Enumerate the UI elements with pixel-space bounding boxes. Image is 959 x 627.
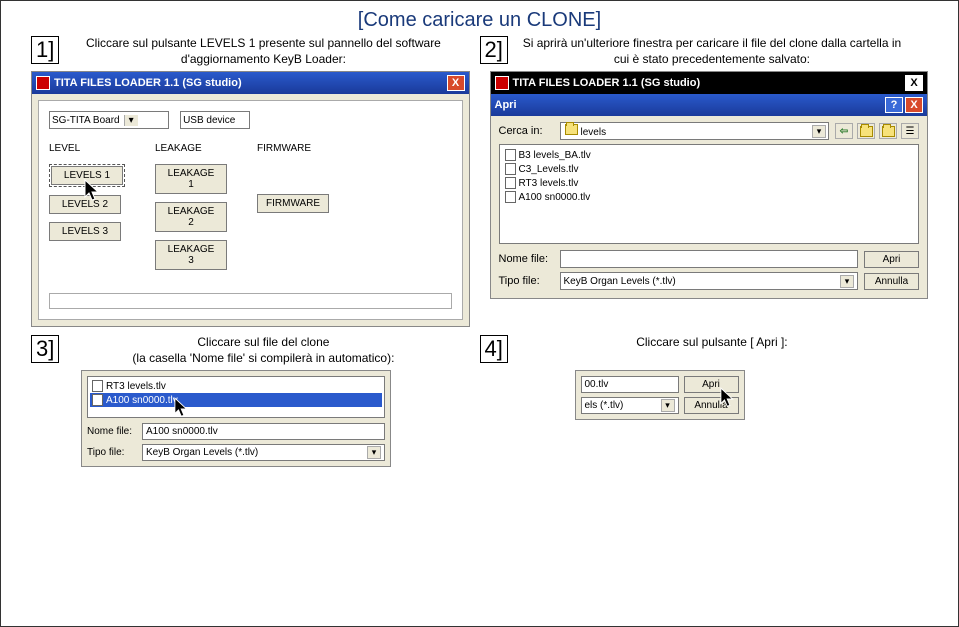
file-name-value: A100 sn0000.tlv <box>146 426 218 437</box>
file-type-label: Tipo file: <box>87 447 137 458</box>
file-name-input[interactable]: A100 sn0000.tlv <box>142 423 385 440</box>
device-select[interactable]: USB device <box>180 111 250 129</box>
cancel-button[interactable]: Annulla <box>864 273 919 290</box>
step-1-text: Cliccare sul pulsante LEVELS 1 presente … <box>67 36 479 67</box>
leakage-3-button[interactable]: LEAKAGE 3 <box>155 240 227 270</box>
file-icon <box>505 149 516 161</box>
partial-text: 00.tlv <box>585 379 609 390</box>
file-item[interactable]: A100 sn0000.tlv <box>503 190 916 204</box>
file-type-value: KeyB Organ Levels (*.tlv) <box>146 447 258 458</box>
folder-select[interactable]: levels ▾ <box>560 122 830 140</box>
levels-1-button[interactable]: LEVELS 1 <box>51 166 123 185</box>
step3-screenshot: RT3 levels.tlv A100 sn0000.tlv Nome file… <box>81 370 391 467</box>
app-icon <box>36 76 50 90</box>
file-name: RT3 levels.tlv <box>519 178 579 189</box>
file-icon <box>92 394 103 406</box>
file-type-partial[interactable]: els (*.tlv) ▾ <box>581 397 679 414</box>
step-4-text: Cliccare sul pulsante [ Apri ]: <box>516 335 928 351</box>
folder-icon <box>565 124 578 135</box>
open-dialog-parent-titlebar: TITA FILES LOADER 1.1 (SG studio) X <box>491 72 928 94</box>
step4-screenshot: 00.tlv Apri els (*.tlv) ▾ Annulla <box>575 370 745 420</box>
loader-title: TITA FILES LOADER 1.1 (SG studio) <box>54 77 445 89</box>
file-icon <box>505 163 516 175</box>
step-2-text: Si aprirà un'ulteriore finestra per cari… <box>516 36 928 67</box>
file-type-value: KeyB Organ Levels (*.tlv) <box>564 276 676 287</box>
step-3-text: Cliccare sul file del clone (la casella … <box>67 335 479 366</box>
section-level-label: LEVEL <box>49 143 125 154</box>
loader-window: TITA FILES LOADER 1.1 (SG studio) X SG-T… <box>31 71 470 327</box>
file-name: RT3 levels.tlv <box>106 381 166 392</box>
partial-text: els (*.tlv) <box>585 400 624 411</box>
levels-3-button[interactable]: LEVELS 3 <box>49 222 121 241</box>
new-folder-icon[interactable] <box>879 123 897 139</box>
chevron-down-icon[interactable]: ▾ <box>124 115 138 126</box>
view-menu-icon[interactable]: ☰ <box>901 123 919 139</box>
file-icon <box>505 191 516 203</box>
step-4-number: 4] <box>480 335 508 363</box>
file-item[interactable]: B3 levels_BA.tlv <box>503 148 916 162</box>
file-name: B3 levels_BA.tlv <box>519 150 591 161</box>
device-select-value: USB device <box>183 115 235 126</box>
step-1-number: 1] <box>31 36 59 64</box>
leakage-2-button[interactable]: LEAKAGE 2 <box>155 202 227 232</box>
search-in-label: Cerca in: <box>499 125 554 137</box>
chevron-down-icon[interactable]: ▾ <box>367 446 381 459</box>
back-icon[interactable]: ⇦ <box>835 123 853 139</box>
chevron-down-icon[interactable]: ▾ <box>840 275 854 288</box>
chevron-down-icon[interactable]: ▾ <box>812 125 826 138</box>
page-title: [Come caricare un CLONE] <box>1 1 958 36</box>
cancel-button[interactable]: Annulla <box>684 397 739 414</box>
open-dialog-parent-title: TITA FILES LOADER 1.1 (SG studio) <box>513 77 904 89</box>
file-type-label: Tipo file: <box>499 275 554 287</box>
file-name-label: Nome file: <box>87 426 137 437</box>
board-select-value: SG-TITA Board <box>52 115 120 126</box>
file-list[interactable]: RT3 levels.tlv A100 sn0000.tlv <box>87 376 385 418</box>
firmware-button[interactable]: FIRMWARE <box>257 194 329 213</box>
close-icon[interactable]: X <box>447 75 465 91</box>
file-item[interactable]: C3_Levels.tlv <box>503 162 916 176</box>
status-bar <box>49 293 452 309</box>
leakage-1-button[interactable]: LEAKAGE 1 <box>155 164 227 194</box>
step-3-number: 3] <box>31 335 59 363</box>
close-icon[interactable]: X <box>905 75 923 91</box>
step-2-number: 2] <box>480 36 508 64</box>
open-dialog-window: TITA FILES LOADER 1.1 (SG studio) X Apri… <box>490 71 929 299</box>
file-icon <box>92 380 103 392</box>
section-firmware-label: FIRMWARE <box>257 143 329 154</box>
levels-2-button[interactable]: LEVELS 2 <box>49 195 121 214</box>
open-button[interactable]: Apri <box>864 251 919 268</box>
file-name: A100 sn0000.tlv <box>519 192 591 203</box>
file-icon <box>505 177 516 189</box>
folder-name: levels <box>581 127 607 138</box>
file-name: C3_Levels.tlv <box>519 164 579 175</box>
board-select[interactable]: SG-TITA Board ▾ <box>49 111 169 129</box>
help-icon[interactable]: ? <box>885 97 903 113</box>
file-item-selected[interactable]: A100 sn0000.tlv <box>90 393 382 407</box>
file-name: A100 sn0000.tlv <box>106 395 178 406</box>
file-item[interactable]: RT3 levels.tlv <box>503 176 916 190</box>
file-item[interactable]: RT3 levels.tlv <box>90 379 382 393</box>
section-leakage-label: LEAKAGE <box>155 143 227 154</box>
file-type-select[interactable]: KeyB Organ Levels (*.tlv) ▾ <box>560 272 859 290</box>
file-name-input[interactable] <box>560 250 859 268</box>
open-dialog-titlebar: Apri ? X <box>491 94 928 116</box>
file-name-label: Nome file: <box>499 253 554 265</box>
app-icon <box>495 76 509 90</box>
file-list[interactable]: B3 levels_BA.tlv C3_Levels.tlv RT3 level… <box>499 144 920 244</box>
open-dialog-title: Apri <box>495 99 884 111</box>
up-folder-icon[interactable] <box>857 123 875 139</box>
file-type-select[interactable]: KeyB Organ Levels (*.tlv) ▾ <box>142 444 385 461</box>
chevron-down-icon[interactable]: ▾ <box>661 399 675 412</box>
loader-titlebar: TITA FILES LOADER 1.1 (SG studio) X <box>32 72 469 94</box>
file-name-partial[interactable]: 00.tlv <box>581 376 679 393</box>
open-button[interactable]: Apri <box>684 376 739 393</box>
close-icon[interactable]: X <box>905 97 923 113</box>
